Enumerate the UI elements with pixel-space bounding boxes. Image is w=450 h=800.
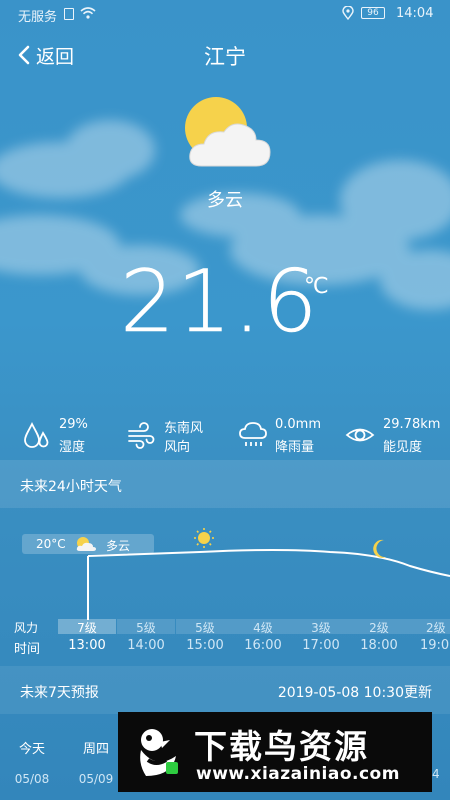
current-hour-temp: 20°C bbox=[36, 537, 66, 551]
stat-visibility: 29.78km 能见度 bbox=[345, 412, 445, 460]
city-title: 江宁 bbox=[204, 45, 246, 69]
time-row: 时间 13:00 14:00 15:00 16:00 17:00 18:00 1… bbox=[0, 637, 450, 657]
watermark-url: www.xiazainiao.com bbox=[196, 764, 400, 784]
time-row-label: 时间 bbox=[14, 642, 41, 657]
stat-rainfall: 0.0mm 降雨量 bbox=[238, 412, 338, 460]
forecast-updated-time: 2019-05-08 10:30更新 bbox=[277, 685, 432, 701]
condition-text: 多云 bbox=[207, 190, 243, 211]
rainfall-label: 降雨量 bbox=[275, 440, 315, 455]
bird-logo-icon bbox=[130, 724, 186, 780]
hour-cell: 15:00 bbox=[186, 638, 224, 653]
wind-level-cell: 7级 bbox=[58, 619, 116, 635]
forecast-title: 未来7天预报 bbox=[20, 685, 99, 701]
sun-behind-cloud-icon bbox=[185, 97, 271, 167]
forecast-header: 未来7天预报 2019-05-08 10:30更新 bbox=[0, 666, 450, 714]
hour-cell: 16:00 bbox=[244, 638, 282, 653]
rainfall-value: 0.0mm bbox=[275, 417, 322, 432]
current-hour-condition: 多云 bbox=[106, 539, 131, 553]
temperature-value: 21.6 bbox=[120, 252, 320, 353]
wind-level-row: 风力 7级 5级 5级 4级 3级 2级 2级 bbox=[0, 619, 450, 635]
stat-humidity: 29% 湿度 bbox=[22, 412, 122, 460]
forecast-day-name: 今天 bbox=[18, 742, 45, 757]
hour-cell: 18:00 bbox=[360, 638, 398, 653]
weather-stats: 29% 湿度 东南风 风向 0.0mm 降雨量 29.78km 能见度 bbox=[0, 412, 450, 460]
watermark-title: 下载鸟资源 bbox=[194, 727, 369, 766]
wind-direction-value: 东南风 bbox=[164, 421, 204, 436]
wind-level-cell: 2级 bbox=[408, 619, 450, 635]
wifi-icon bbox=[80, 7, 96, 19]
sun-behind-cloud-icon bbox=[76, 537, 96, 551]
hourly-title: 未来24小时天气 bbox=[20, 479, 122, 495]
visibility-value: 29.78km bbox=[383, 417, 441, 432]
humidity-label: 湿度 bbox=[59, 440, 86, 455]
visibility-label: 能见度 bbox=[383, 440, 423, 455]
hour-cell: 13:00 bbox=[68, 638, 106, 653]
wind-level-cell: 4级 bbox=[234, 619, 292, 635]
wind-level-cell: 5级 bbox=[176, 619, 234, 635]
status-bar: 无服务 96 14:04 bbox=[0, 0, 450, 28]
wind-level-cell: 5级 bbox=[117, 619, 175, 635]
clock: 14:04 bbox=[396, 6, 434, 21]
wind-level-cell: 2级 bbox=[350, 619, 408, 635]
current-hour-badge: 20°C 多云 bbox=[22, 534, 154, 554]
wind-level-cell: 3级 bbox=[292, 619, 350, 635]
humidity-drops-icon bbox=[24, 421, 49, 448]
hourly-temperature-curve bbox=[87, 528, 450, 620]
location-icon bbox=[342, 6, 354, 20]
forecast-day[interactable]: 今天 05/08 bbox=[0, 738, 64, 786]
carrier-text: 无服务 bbox=[18, 10, 58, 25]
humidity-value: 29% bbox=[59, 417, 88, 432]
hour-cell: 14:00 bbox=[127, 638, 165, 653]
forecast-day-date-fragment: 4 bbox=[432, 767, 440, 781]
battery-icon: 96 bbox=[361, 7, 385, 19]
hourly-header: 未来24小时天气 bbox=[0, 460, 450, 508]
wind-icon bbox=[128, 422, 155, 449]
temperature-unit: ℃ bbox=[304, 274, 329, 299]
rain-cloud-icon bbox=[239, 422, 267, 446]
moon-icon bbox=[373, 539, 386, 558]
sim-icon bbox=[64, 8, 74, 20]
stat-wind: 东南风 风向 bbox=[126, 412, 226, 460]
wind-row-label: 风力 bbox=[14, 621, 39, 635]
wind-direction-label: 风向 bbox=[164, 440, 191, 455]
hour-cell: 17:00 bbox=[302, 638, 340, 653]
hour-cell: 19:00 bbox=[420, 638, 450, 653]
eye-icon bbox=[345, 428, 375, 442]
forecast-day-date: 05/08 bbox=[14, 772, 50, 786]
sun-icon bbox=[194, 528, 214, 548]
watermark-banner: 下载鸟资源 www.xiazainiao.com bbox=[118, 712, 432, 792]
